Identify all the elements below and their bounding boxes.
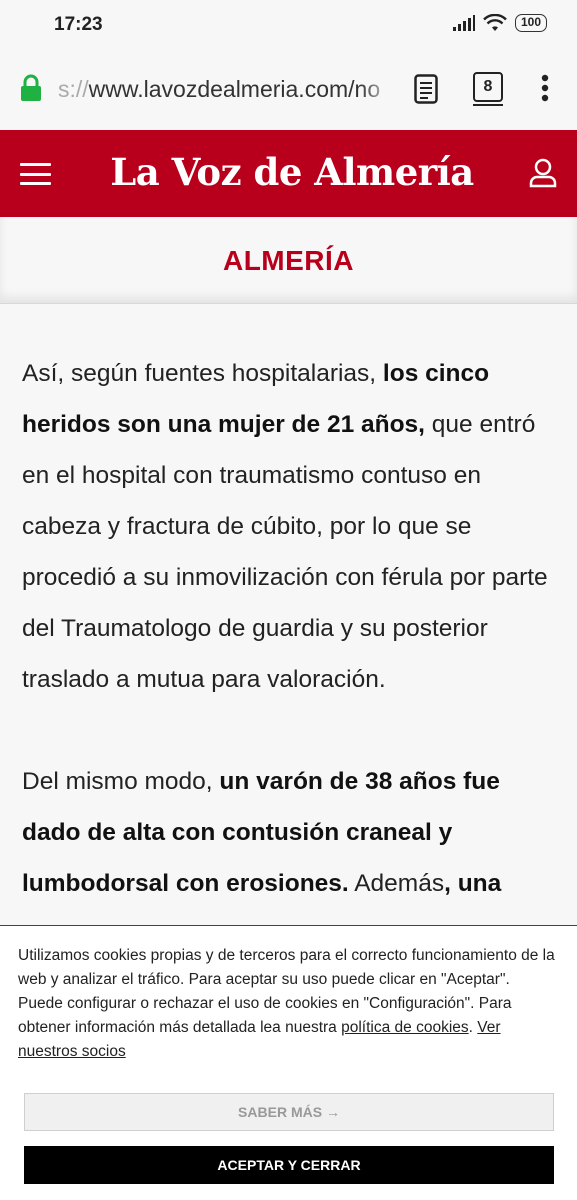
url-bar[interactable]: s://www.lavozdealmeria.com/no xyxy=(58,76,394,103)
article-body: Así, según fuentes hospitalarias, los ci… xyxy=(22,348,552,960)
cookie-policy-link[interactable]: política de cookies xyxy=(341,1019,469,1036)
cookie-banner: Utilizamos cookies propias y de terceros… xyxy=(0,925,577,1200)
section-title[interactable]: ALMERÍA xyxy=(0,245,577,277)
url-fade xyxy=(360,70,396,110)
more-options-icon[interactable] xyxy=(541,74,549,102)
site-logo[interactable]: La Voz de Almería xyxy=(100,150,484,194)
article-paragraph: Así, según fuentes hospitalarias, los ci… xyxy=(22,360,548,693)
site-header: La Voz de Almería xyxy=(0,130,577,217)
battery-icon: 100 xyxy=(514,14,547,32)
browser-toolbar: s://www.lavozdealmeria.com/no 8 xyxy=(0,50,577,130)
user-icon[interactable] xyxy=(529,158,557,188)
wifi-icon xyxy=(483,14,507,31)
tabs-button[interactable]: 8 xyxy=(473,72,503,102)
accept-and-close-button[interactable]: ACEPTAR Y CERRAR xyxy=(24,1146,554,1184)
hamburger-menu-icon[interactable] xyxy=(20,163,51,185)
tabs-underline xyxy=(473,104,503,106)
url-scheme: s:// xyxy=(58,76,89,102)
signal-icon xyxy=(452,15,475,31)
status-bar: 17:23 100 xyxy=(0,0,577,50)
status-time: 17:23 xyxy=(54,14,103,35)
section-bar: ALMERÍA xyxy=(0,217,577,304)
status-icons: 100 xyxy=(452,14,547,32)
url-host: www.lavozdealmeria.com/no xyxy=(88,76,381,102)
learn-more-button[interactable]: SABER MÁS → xyxy=(24,1093,554,1131)
article-paragraph: Del mismo modo, un varón de 38 años fue … xyxy=(22,768,502,897)
reader-mode-icon[interactable] xyxy=(414,74,438,104)
cookie-text: Utilizamos cookies propias y de terceros… xyxy=(18,947,555,1060)
lock-icon xyxy=(21,74,41,101)
